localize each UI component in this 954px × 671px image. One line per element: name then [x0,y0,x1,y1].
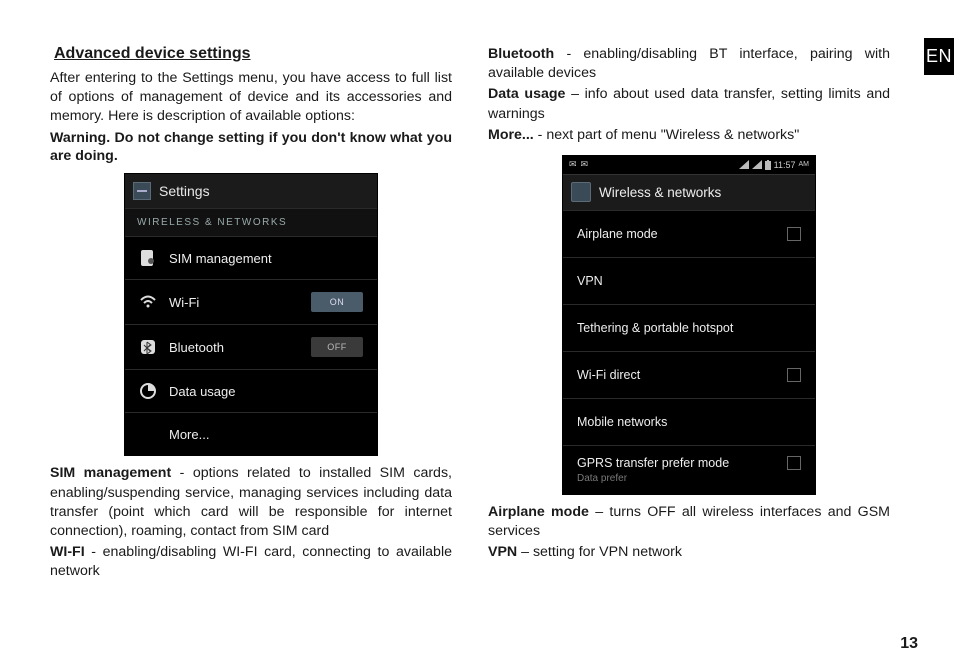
row-more[interactable]: More... [125,412,377,455]
def-wifi: WI-FI - enabling/disabling WI-FI card, c… [50,543,452,581]
screenshot-wireless-wrap: ✉ ✉ 11:57 AM [488,155,890,495]
section-heading: Advanced device settings [50,45,452,63]
row-label: Data usage [169,384,363,399]
spacer-icon [139,425,157,443]
data-usage-icon [139,382,157,400]
row-vpn[interactable]: VPN [563,257,815,304]
def-bluetooth: Bluetooth - enabling/disabling BT interf… [488,45,890,83]
row-label: Airplane mode [577,227,787,241]
clock-text: 11:57 [774,160,796,170]
screenshot-wireless: ✉ ✉ 11:57 AM [562,155,816,495]
clock-ampm: AM [799,161,810,168]
checkbox[interactable] [787,227,801,241]
row-bluetooth[interactable]: Bluetooth OFF [125,324,377,369]
row-wifi[interactable]: Wi-Fi ON [125,279,377,324]
row-label: More... [169,427,363,442]
def-data-usage: Data usage – info about used data transf… [488,85,890,123]
screenshot-settings: Settings WIRELESS & NETWORKS SIM managem… [124,173,378,456]
row-label: Wi-Fi [169,295,299,310]
notif-icon: ✉ [569,159,577,170]
wireless-titlebar: Wireless & networks [563,174,815,210]
row-label: Wi-Fi direct [577,368,787,382]
signal-icon [739,160,749,169]
settings-icon [133,182,151,200]
settings-titlebar: Settings [125,174,377,208]
bluetooth-icon [139,338,157,356]
checkbox[interactable] [787,456,801,470]
row-label: GPRS transfer prefer mode [577,456,787,470]
row-label: VPN [577,274,801,288]
row-sim-management[interactable]: SIM management [125,236,377,279]
wifi-icon [139,293,157,311]
wireless-title-text: Wireless & networks [599,185,721,200]
row-tethering[interactable]: Tethering & portable hotspot [563,304,815,351]
row-sublabel: Data prefer [577,473,627,484]
warning-text: Warning. Do not change setting if you do… [50,129,452,166]
settings-title-text: Settings [159,183,210,199]
settings-subheader: WIRELESS & NETWORKS [125,208,377,236]
notif-icon: ✉ [581,159,589,170]
signal-icon [752,160,762,169]
row-label: Bluetooth [169,340,299,355]
def-sim: SIM management - options related to inst… [50,464,452,541]
battery-icon [765,160,771,170]
row-mobile-networks[interactable]: Mobile networks [563,398,815,445]
row-label: Tethering & portable hotspot [577,321,801,335]
sim-icon [139,249,157,267]
intro-paragraph: After entering to the Settings menu, you… [50,69,452,127]
row-data-usage[interactable]: Data usage [125,369,377,412]
left-column: Advanced device settings After entering … [50,45,452,651]
def-more: More... - next part of menu "Wireless & … [488,126,890,145]
language-badge: EN [924,38,954,75]
page-number: 13 [900,635,918,653]
screenshot-settings-wrap: Settings WIRELESS & NETWORKS SIM managem… [50,173,452,456]
def-airplane: Airplane mode – turns OFF all wireless i… [488,503,890,541]
statusbar: ✉ ✉ 11:57 AM [563,156,815,174]
row-wifi-direct[interactable]: Wi-Fi direct [563,351,815,398]
def-vpn: VPN – setting for VPN network [488,543,890,562]
row-label: Mobile networks [577,415,801,429]
row-airplane[interactable]: Airplane mode [563,210,815,257]
right-column: Bluetooth - enabling/disabling BT interf… [488,45,890,651]
settings-icon [571,182,591,202]
row-label: SIM management [169,251,363,266]
bluetooth-toggle[interactable]: OFF [311,337,363,357]
checkbox[interactable] [787,368,801,382]
wifi-toggle[interactable]: ON [311,292,363,312]
row-gprs[interactable]: GPRS transfer prefer mode Data prefer [563,445,815,494]
